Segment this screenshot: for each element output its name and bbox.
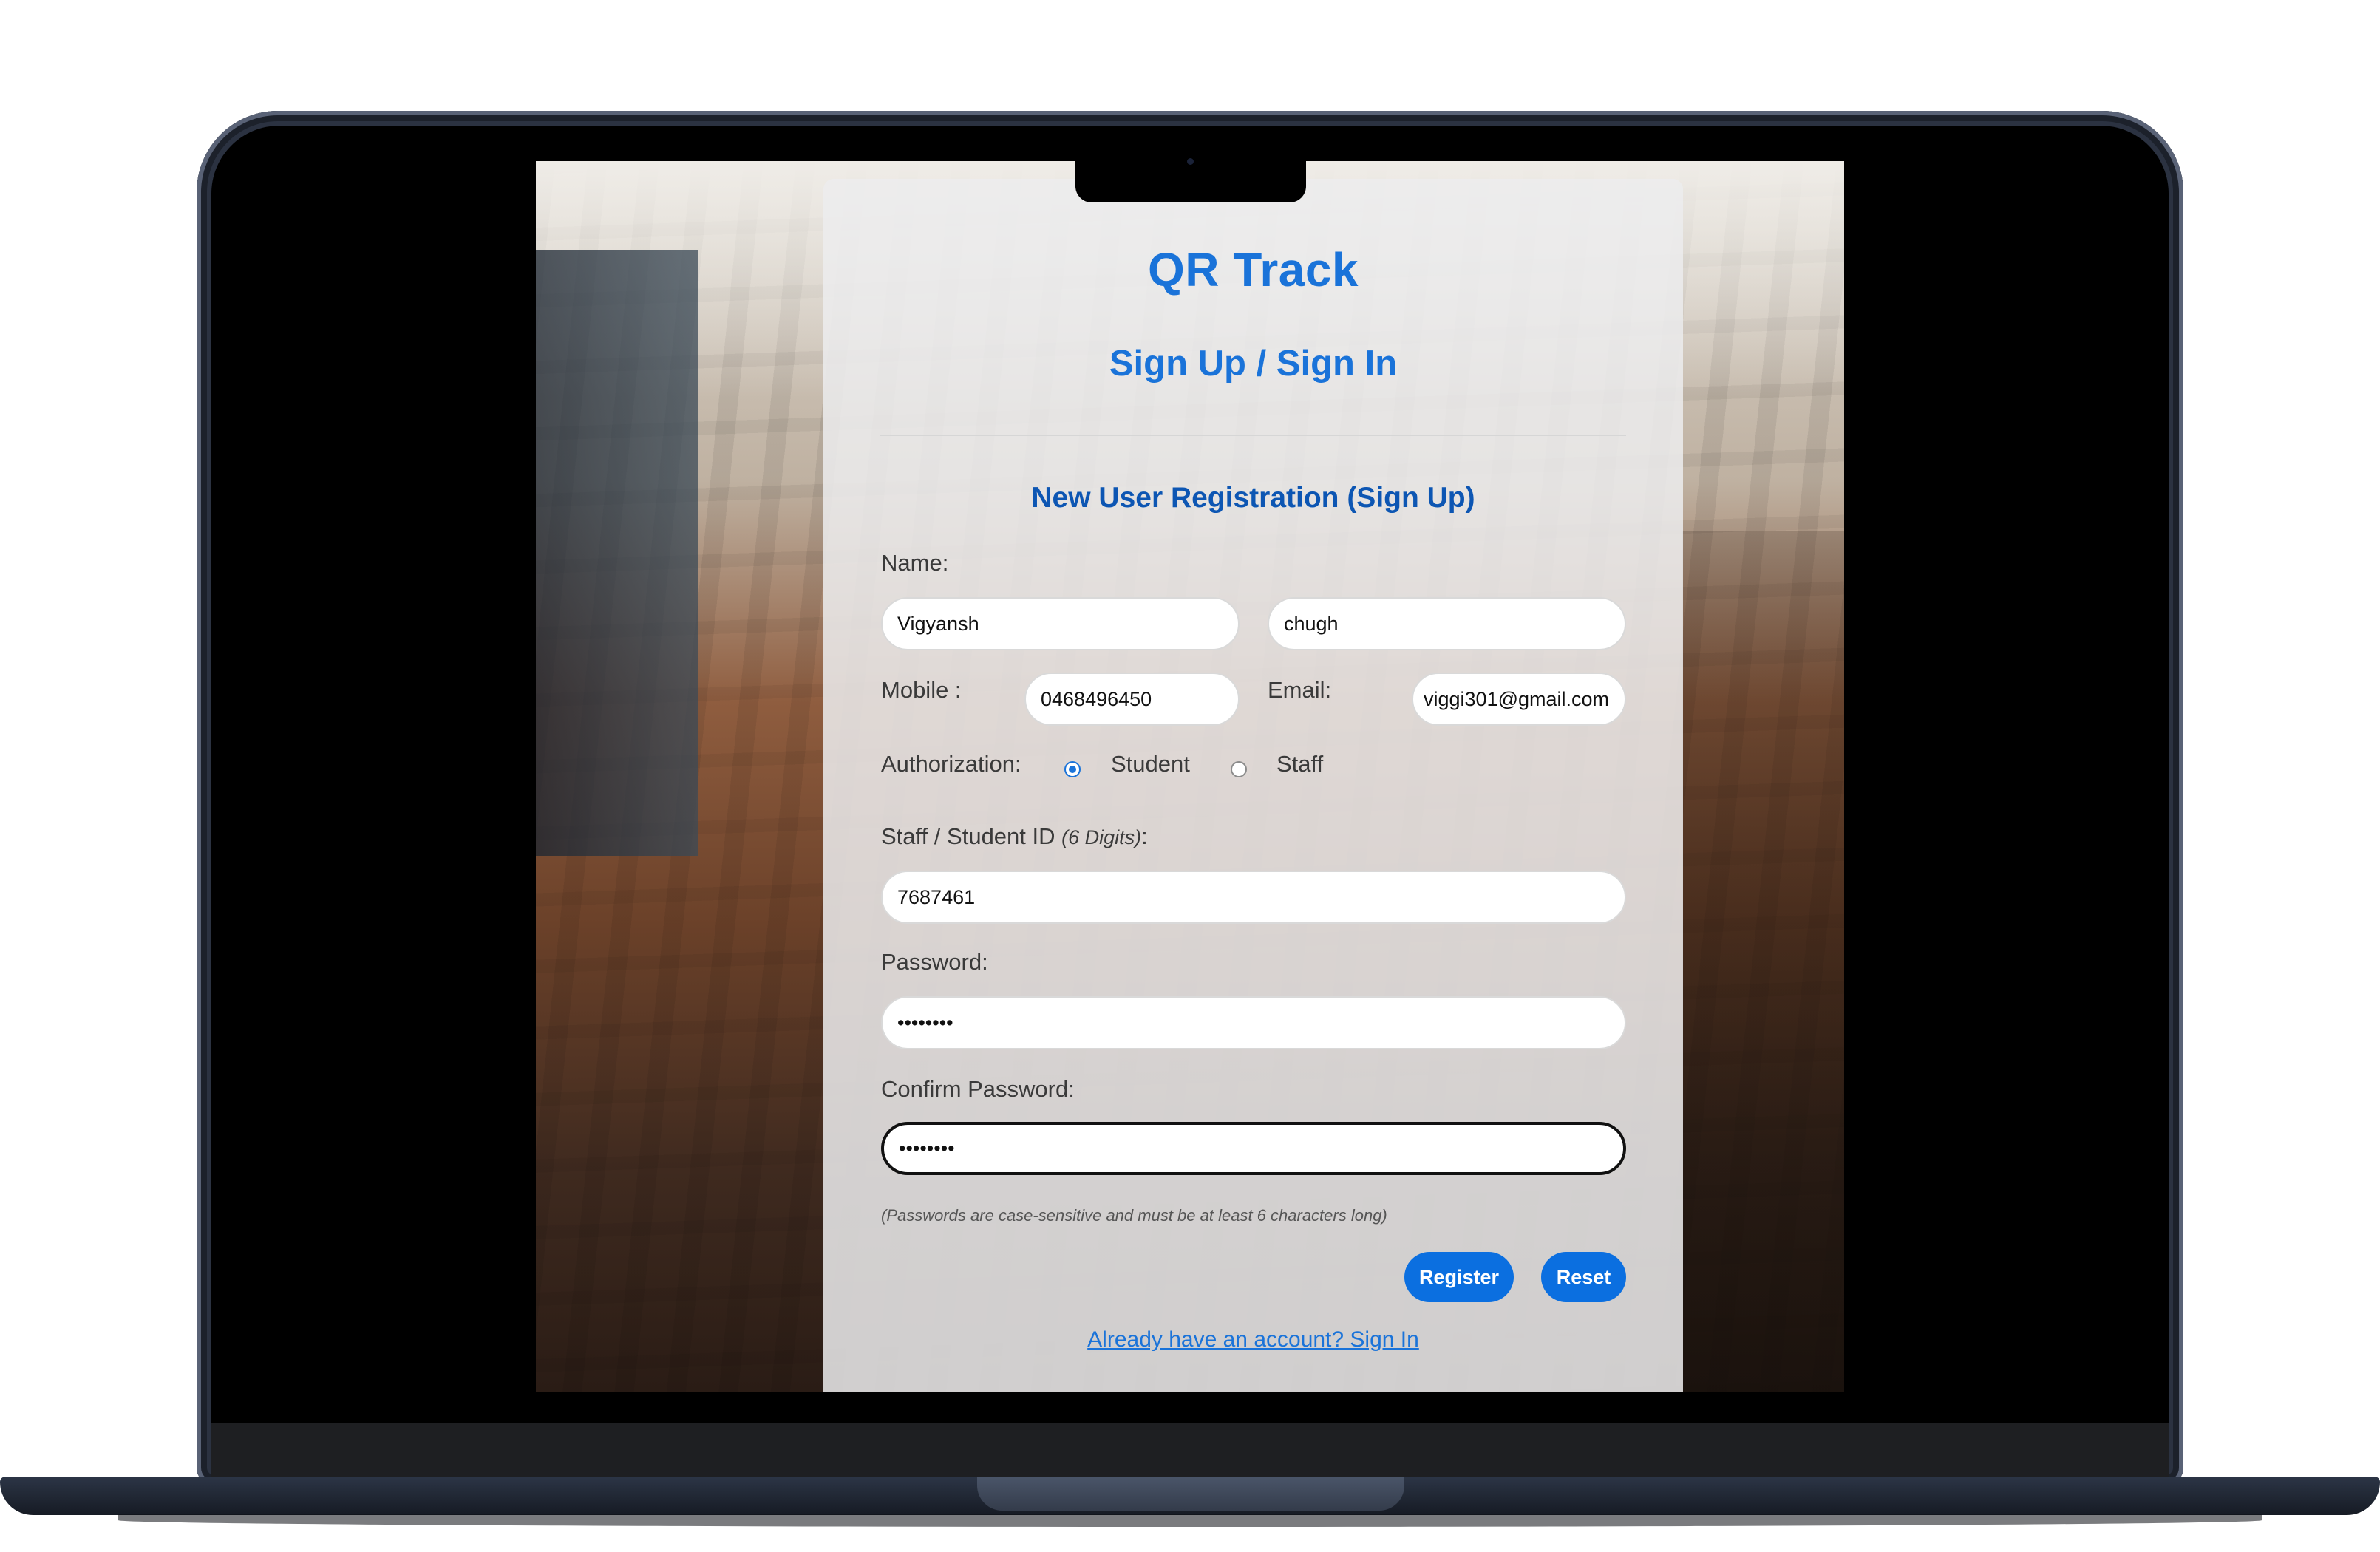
background-chairs xyxy=(1682,531,1844,1392)
password-input[interactable] xyxy=(881,996,1626,1049)
student-radio[interactable] xyxy=(1064,761,1081,777)
first-name-input[interactable] xyxy=(881,597,1240,650)
password-label: Password: xyxy=(881,949,988,975)
id-label-text: Staff / Student ID xyxy=(881,823,1055,849)
mobile-input[interactable] xyxy=(1024,673,1240,726)
staff-radio-label: Staff xyxy=(1276,751,1324,777)
laptop-shadow xyxy=(118,1514,2262,1527)
background-window xyxy=(536,250,698,856)
id-label-colon: : xyxy=(1141,823,1148,849)
laptop-hinge xyxy=(211,1423,2169,1478)
camera-notch xyxy=(1075,161,1306,202)
app-title: QR Track xyxy=(1147,243,1359,296)
id-label: Staff / Student ID (6 Digits): xyxy=(881,823,1148,850)
authorization-label: Authorization: xyxy=(881,751,1021,777)
email-input[interactable] xyxy=(1412,673,1626,726)
sign-in-link[interactable]: Already have an account? Sign In xyxy=(823,1327,1683,1352)
name-label: Name: xyxy=(881,550,949,576)
confirm-password-label: Confirm Password: xyxy=(881,1076,1075,1102)
email-label: Email: xyxy=(1268,677,1332,703)
confirm-password-input[interactable] xyxy=(881,1122,1626,1175)
camera-icon xyxy=(1187,158,1194,165)
reset-button[interactable]: Reset xyxy=(1541,1252,1626,1302)
staff-radio[interactable] xyxy=(1231,761,1247,777)
page-subtitle: Sign Up / Sign In xyxy=(1109,344,1398,384)
laptop-base-notch xyxy=(977,1477,1404,1511)
register-button[interactable]: Register xyxy=(1404,1252,1514,1302)
mobile-label: Mobile : xyxy=(881,677,962,703)
last-name-input[interactable] xyxy=(1268,597,1626,650)
section-title: New User Registration (Sign Up) xyxy=(1031,482,1475,514)
student-radio-label: Student xyxy=(1111,751,1190,777)
staff-student-id-input[interactable] xyxy=(881,871,1626,924)
divider xyxy=(880,435,1626,436)
password-hint: (Passwords are case-sensitive and must b… xyxy=(881,1206,1387,1225)
id-digits-hint: (6 Digits) xyxy=(1061,826,1142,848)
